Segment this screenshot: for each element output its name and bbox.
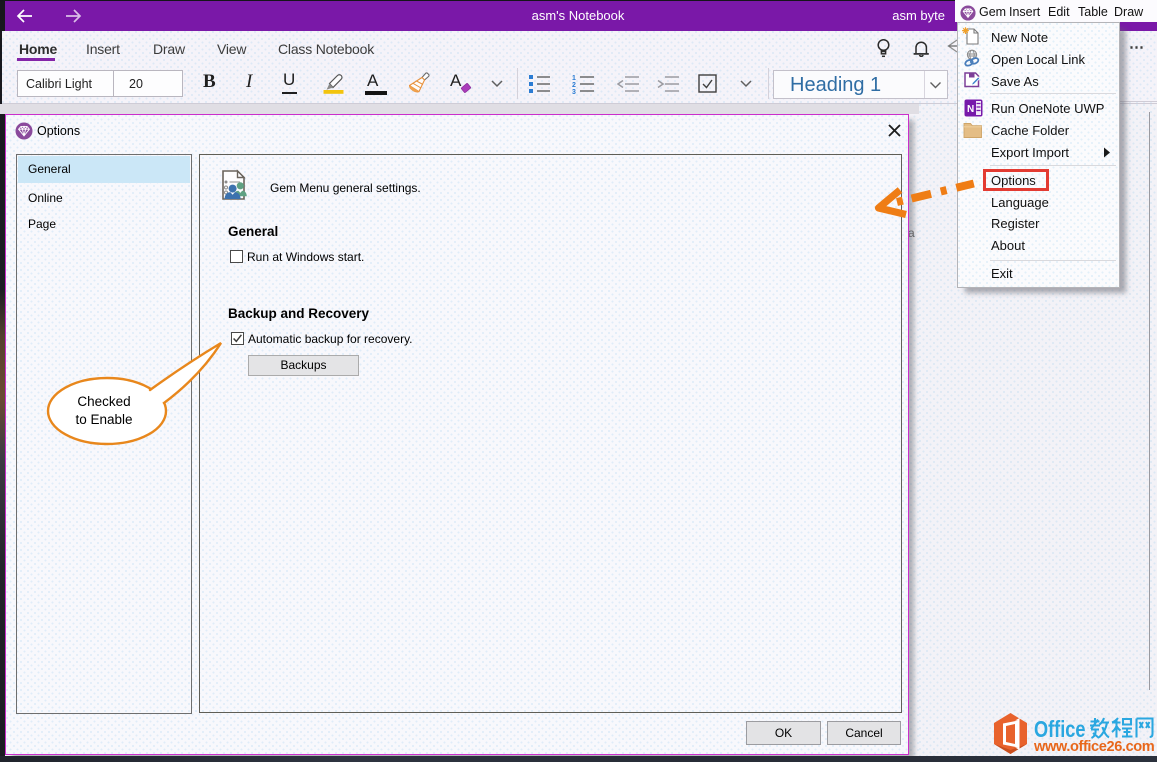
svg-text:2: 2 — [572, 82, 576, 89]
svg-text:3: 3 — [572, 89, 576, 95]
svg-text:www.office26.com: www.office26.com — [1033, 739, 1155, 755]
svg-text:1: 1 — [572, 75, 576, 82]
svg-text:Checked: Checked — [77, 394, 130, 409]
svg-text:to Enable: to Enable — [75, 412, 132, 427]
svg-text:N: N — [967, 104, 974, 115]
